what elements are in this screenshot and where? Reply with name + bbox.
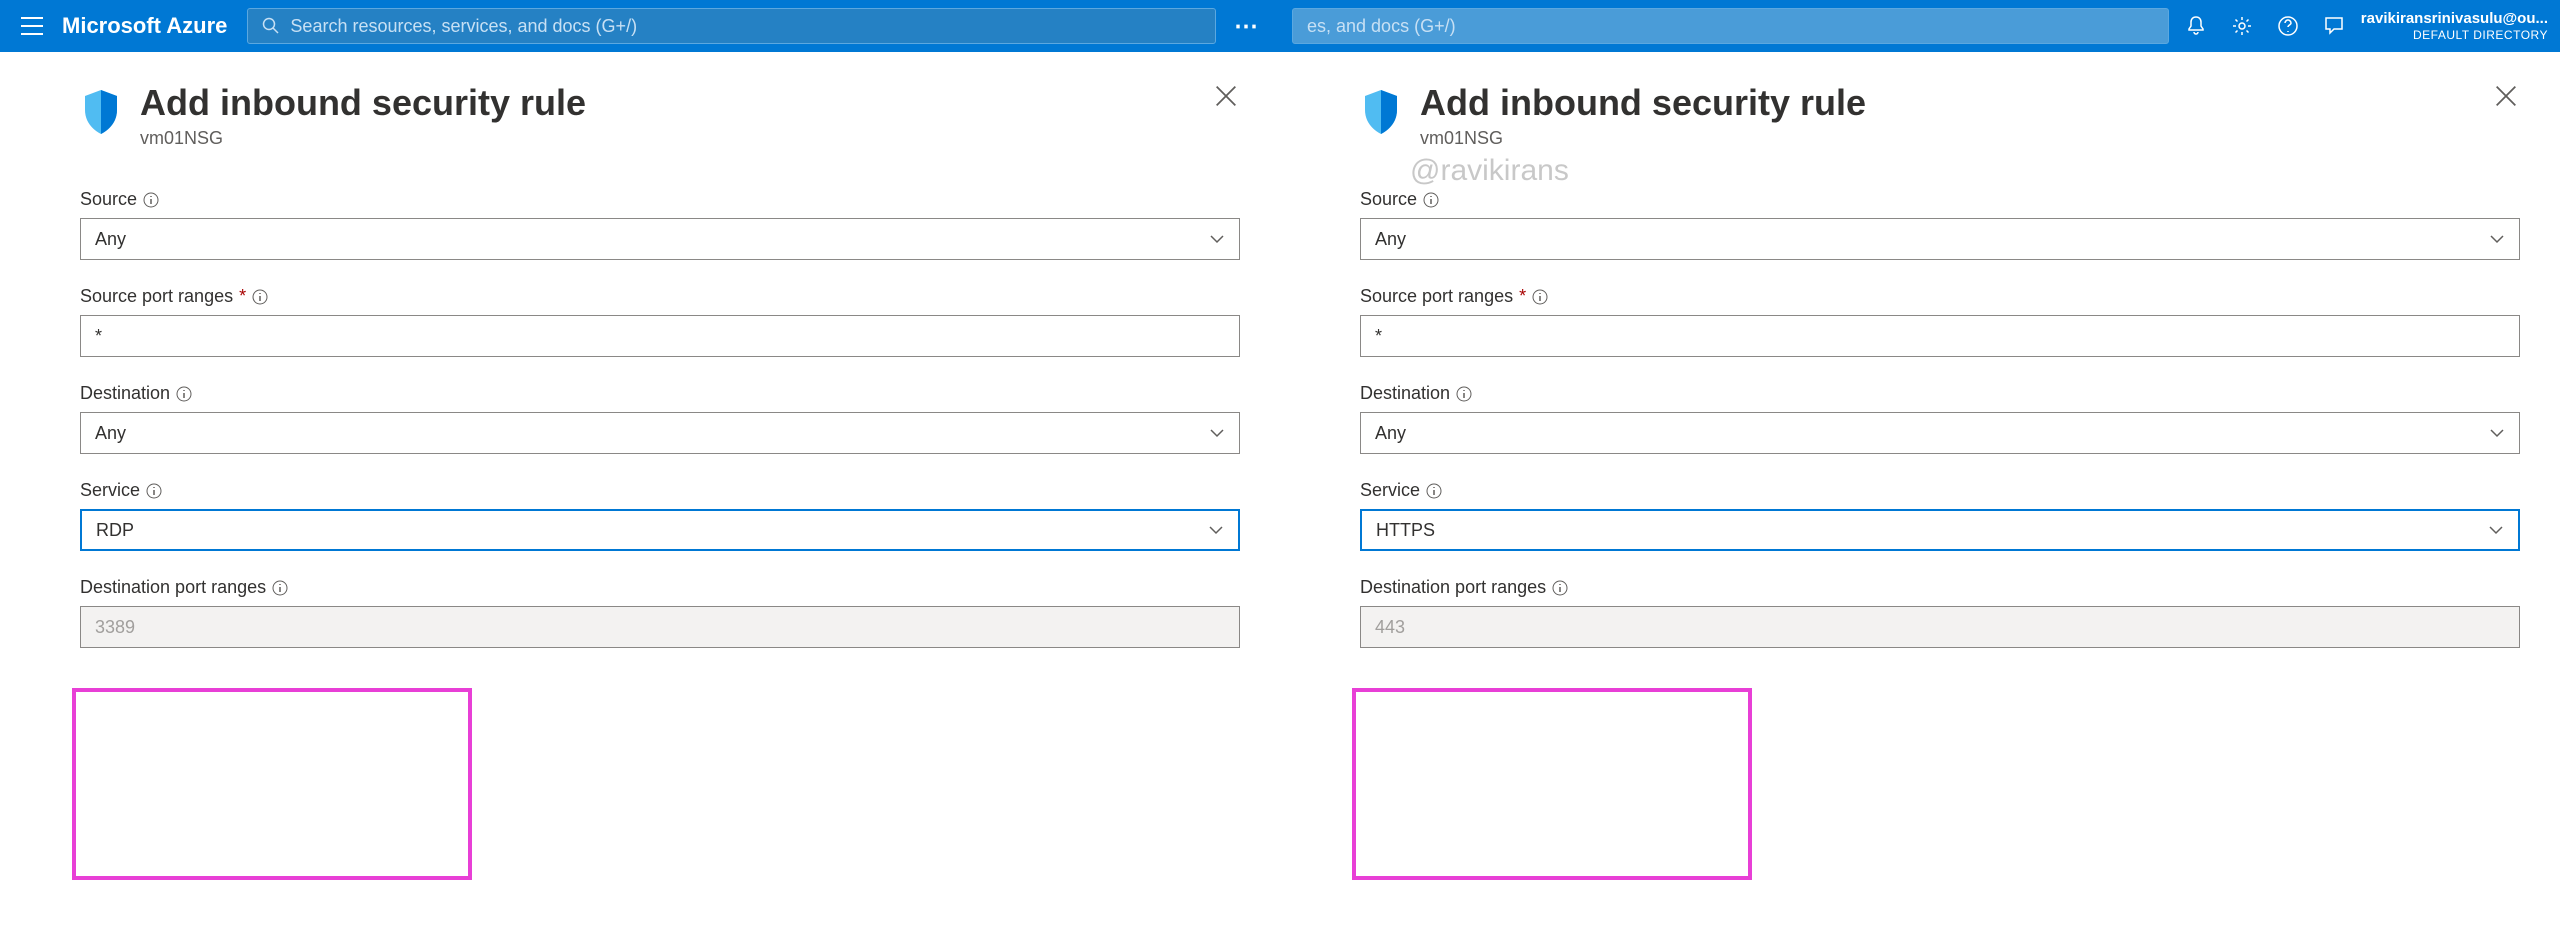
help-button[interactable] bbox=[2269, 7, 2307, 45]
feedback-button[interactable] bbox=[2315, 7, 2353, 45]
shield-icon bbox=[80, 88, 122, 136]
dest-port-label: Destination port ranges bbox=[80, 577, 266, 598]
user-directory: DEFAULT DIRECTORY bbox=[2361, 28, 2548, 42]
user-account[interactable]: ravikiransrinivasulu@ou... DEFAULT DIREC… bbox=[2361, 10, 2548, 42]
service-value: HTTPS bbox=[1376, 520, 1435, 541]
user-email: ravikiransrinivasulu@ou... bbox=[2361, 10, 2548, 28]
service-field: Service HTTPS bbox=[1360, 480, 2520, 551]
chevron-down-icon bbox=[1208, 522, 1224, 538]
notifications-button[interactable] bbox=[2177, 7, 2215, 45]
settings-button[interactable] bbox=[2223, 7, 2261, 45]
source-field: Source Any bbox=[80, 189, 1240, 260]
right-panel: ravikiransrinivasulu@ou... DEFAULT DIREC… bbox=[1280, 0, 2560, 927]
chevron-down-icon bbox=[1209, 231, 1225, 247]
service-label: Service bbox=[80, 480, 140, 501]
required-marker: * bbox=[239, 286, 246, 307]
service-label: Service bbox=[1360, 480, 1420, 501]
page-subtitle: vm01NSG bbox=[1420, 128, 2492, 149]
highlight-annotation bbox=[1352, 688, 1752, 880]
dest-port-input bbox=[1360, 606, 2520, 648]
info-icon[interactable] bbox=[143, 192, 159, 208]
help-icon bbox=[2277, 15, 2299, 37]
shield-icon bbox=[1360, 88, 1402, 136]
info-icon[interactable] bbox=[272, 580, 288, 596]
info-icon[interactable] bbox=[252, 289, 268, 305]
info-icon[interactable] bbox=[1532, 289, 1548, 305]
source-port-input[interactable] bbox=[1360, 315, 2520, 357]
dest-port-field: Destination port ranges bbox=[1360, 577, 2520, 648]
info-icon[interactable] bbox=[1552, 580, 1568, 596]
search-icon bbox=[262, 17, 280, 35]
watermark-text: @ravikirans bbox=[1410, 154, 1569, 188]
global-search[interactable] bbox=[247, 8, 1216, 44]
chevron-down-icon bbox=[2488, 522, 2504, 538]
source-select[interactable]: Any bbox=[80, 218, 1240, 260]
destination-value: Any bbox=[1375, 423, 1406, 444]
brand-label: Microsoft Azure bbox=[62, 13, 227, 39]
page-title: Add inbound security rule bbox=[140, 82, 1212, 124]
topbar: Microsoft Azure ⋯ bbox=[0, 0, 1280, 52]
dest-port-input bbox=[80, 606, 1240, 648]
source-field: Source Any bbox=[1360, 189, 2520, 260]
source-value: Any bbox=[95, 229, 126, 250]
service-field: Service RDP bbox=[80, 480, 1240, 551]
info-icon[interactable] bbox=[1426, 483, 1442, 499]
dest-port-label: Destination port ranges bbox=[1360, 577, 1546, 598]
more-button[interactable]: ⋯ bbox=[1224, 12, 1268, 41]
page-title: Add inbound security rule bbox=[1420, 82, 2492, 124]
source-select[interactable]: Any bbox=[1360, 218, 2520, 260]
destination-label: Destination bbox=[1360, 383, 1450, 404]
global-search[interactable] bbox=[1292, 8, 2169, 44]
required-marker: * bbox=[1519, 286, 1526, 307]
chevron-down-icon bbox=[2489, 231, 2505, 247]
info-icon[interactable] bbox=[146, 483, 162, 499]
source-port-label: Source port ranges bbox=[1360, 286, 1513, 307]
source-value: Any bbox=[1375, 229, 1406, 250]
hamburger-menu[interactable] bbox=[12, 6, 52, 46]
source-port-input[interactable] bbox=[80, 315, 1240, 357]
close-button[interactable] bbox=[2492, 82, 2520, 110]
search-input[interactable] bbox=[290, 16, 1201, 37]
info-icon[interactable] bbox=[176, 386, 192, 402]
destination-field: Destination Any bbox=[80, 383, 1240, 454]
source-label: Source bbox=[1360, 189, 1417, 210]
service-value: RDP bbox=[96, 520, 134, 541]
source-port-field: Source port ranges * bbox=[80, 286, 1240, 357]
left-panel: Microsoft Azure ⋯ Add inbound security r… bbox=[0, 0, 1280, 927]
content-area: Add inbound security rule vm01NSG @ravik… bbox=[1280, 52, 2560, 674]
chevron-down-icon bbox=[1209, 425, 1225, 441]
dest-port-field: Destination port ranges bbox=[80, 577, 1240, 648]
hamburger-icon bbox=[21, 17, 43, 35]
search-input[interactable] bbox=[1307, 16, 2154, 37]
source-port-field: Source port ranges * bbox=[1360, 286, 2520, 357]
destination-field: Destination Any bbox=[1360, 383, 2520, 454]
source-label: Source bbox=[80, 189, 137, 210]
service-select[interactable]: RDP bbox=[80, 509, 1240, 551]
close-button[interactable] bbox=[1212, 82, 1240, 110]
destination-value: Any bbox=[95, 423, 126, 444]
highlight-annotation bbox=[72, 688, 472, 880]
service-select[interactable]: HTTPS bbox=[1360, 509, 2520, 551]
destination-select[interactable]: Any bbox=[80, 412, 1240, 454]
topbar: ravikiransrinivasulu@ou... DEFAULT DIREC… bbox=[1280, 0, 2560, 52]
page-subtitle: vm01NSG bbox=[140, 128, 1212, 149]
feedback-icon bbox=[2323, 15, 2345, 37]
content-area: Add inbound security rule vm01NSG Source… bbox=[0, 52, 1280, 674]
info-icon[interactable] bbox=[1423, 192, 1439, 208]
destination-select[interactable]: Any bbox=[1360, 412, 2520, 454]
destination-label: Destination bbox=[80, 383, 170, 404]
gear-icon bbox=[2231, 15, 2253, 37]
source-port-label: Source port ranges bbox=[80, 286, 233, 307]
bell-icon bbox=[2185, 15, 2207, 37]
chevron-down-icon bbox=[2489, 425, 2505, 441]
info-icon[interactable] bbox=[1456, 386, 1472, 402]
